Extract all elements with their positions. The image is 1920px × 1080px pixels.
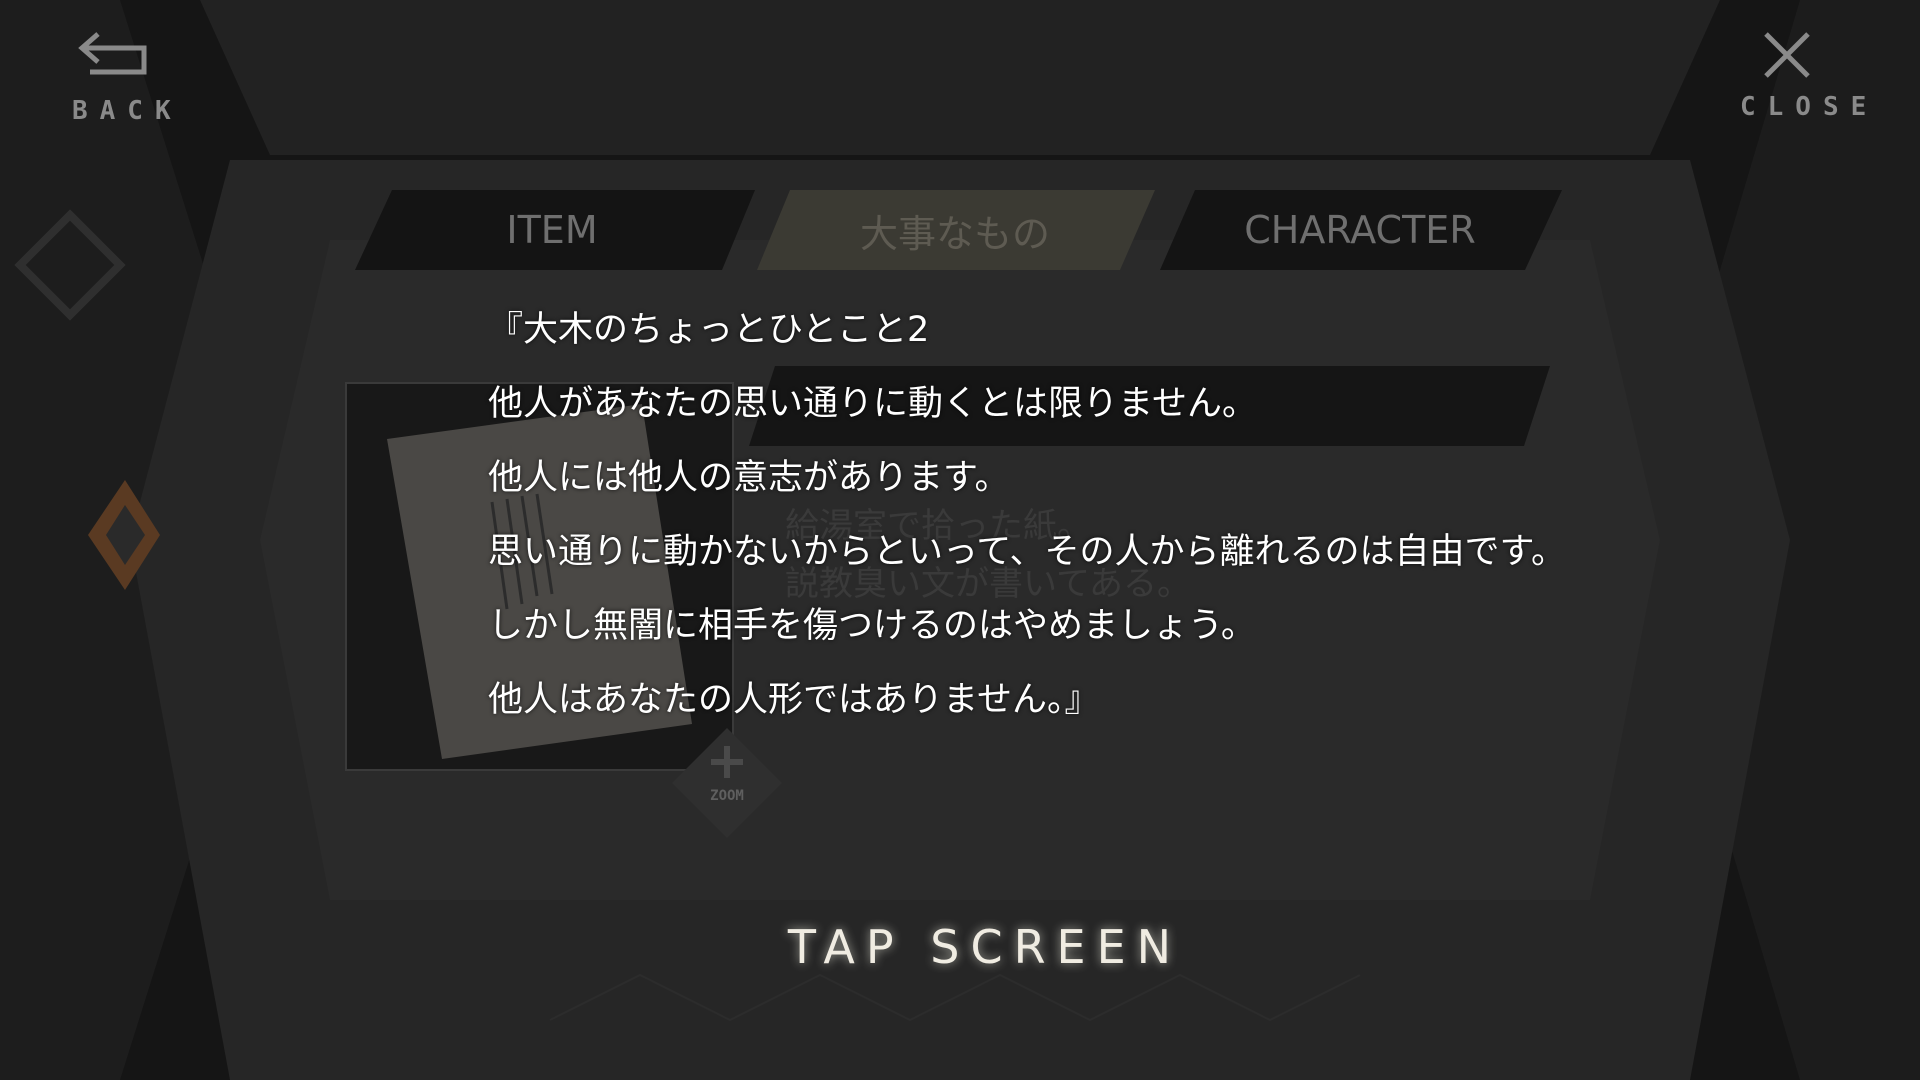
tab-character[interactable]: CHARACTER xyxy=(1160,190,1560,270)
zoom-label: ZOOM xyxy=(710,788,744,804)
close-label: CLOSE xyxy=(1740,92,1879,122)
message-line: 他人はあなたの人形ではありません。』 xyxy=(488,680,1100,720)
back-arrow-icon xyxy=(78,32,147,75)
close-x-icon xyxy=(1764,32,1810,78)
message-line: 他人には他人の意志があります。 xyxy=(488,458,1010,498)
back-button[interactable]: BACK xyxy=(0,0,270,160)
message-line: しかし無闇に相手を傷つけるのはやめましょう。 xyxy=(488,606,1256,646)
zoom-button[interactable]: ZOOM xyxy=(672,728,782,838)
message-line: 他人があなたの思い通りに動くとは限りません。 xyxy=(488,384,1257,424)
back-label: BACK xyxy=(72,96,183,126)
message-text: 『大木のちょっとひとこと2 他人があなたの思い通りに動くとは限りません。 他人に… xyxy=(488,293,1688,737)
close-button[interactable]: CLOSE xyxy=(1650,0,1920,155)
tab-item[interactable]: ITEM xyxy=(352,190,752,270)
tab-important-items[interactable]: 大事なもの xyxy=(760,190,1150,270)
message-line: 思い通りに動かないからといって、その人から離れるのは自由です。 xyxy=(488,532,1567,572)
zoom-plus-icon xyxy=(672,728,782,838)
message-line: 『大木のちょっとひとこと2 xyxy=(488,310,930,350)
tap-screen-prompt[interactable]: TAP SCREEN xyxy=(760,920,1210,974)
